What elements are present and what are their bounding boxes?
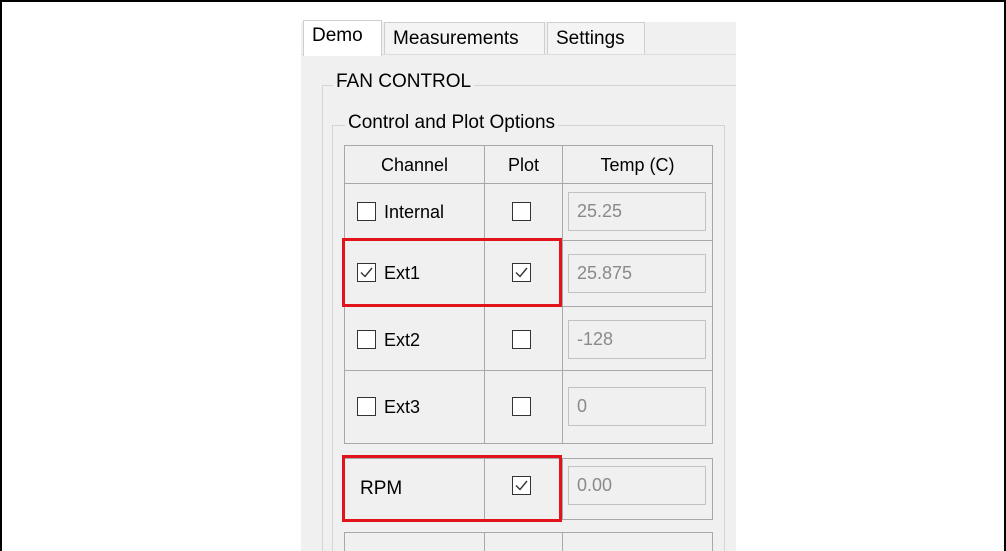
next-row-cell <box>484 532 563 551</box>
tab-settings[interactable]: Settings <box>547 22 645 54</box>
ext2-plot-checkbox[interactable] <box>512 330 531 349</box>
header-channel: Channel <box>344 145 485 184</box>
ext1-highlight-box <box>342 238 562 307</box>
rpm-value-field[interactable]: 0.00 <box>568 466 706 505</box>
ext2-channel-label: Ext2 <box>384 330 421 350</box>
header-plot: Plot <box>484 145 563 184</box>
ext2-temp-field[interactable]: -128 <box>568 320 706 359</box>
fan-control-title: FAN CONTROL <box>333 71 475 93</box>
ext3-temp-field[interactable]: 0 <box>568 387 706 426</box>
tab-measurements[interactable]: Measurements <box>384 22 545 54</box>
options-title: Control and Plot Options <box>345 112 559 134</box>
internal-channel-label: Internal <box>384 202 445 222</box>
header-temp: Temp (C) <box>562 145 713 184</box>
ext3-plot-checkbox[interactable] <box>512 397 531 416</box>
next-row-cell <box>562 532 713 551</box>
internal-channel-checkbox[interactable] <box>357 202 376 221</box>
tab-demo[interactable]: Demo <box>303 20 382 56</box>
ext3-channel-label: Ext3 <box>384 397 421 417</box>
rpm-highlight-box <box>342 455 562 522</box>
internal-temp-field[interactable]: 25.25 <box>568 192 706 231</box>
internal-plot-checkbox[interactable] <box>512 202 531 221</box>
ext3-channel-checkbox[interactable] <box>357 397 376 416</box>
next-row-cell <box>344 532 485 551</box>
ext1-temp-field[interactable]: 25.875 <box>568 254 706 293</box>
tab-strip: Demo Measurements Settings <box>301 20 736 56</box>
ext2-channel-checkbox[interactable] <box>357 330 376 349</box>
